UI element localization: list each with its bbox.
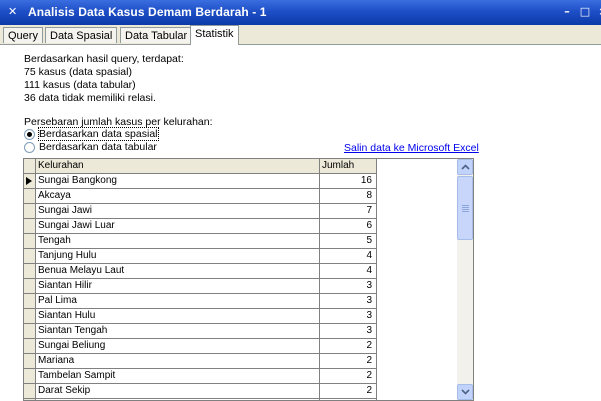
scroll-thumb[interactable] bbox=[457, 176, 473, 240]
window-title: Analisis Data Kasus Demam Berdarah - 1 bbox=[28, 5, 267, 19]
cell-jumlah[interactable]: 3 bbox=[320, 279, 377, 294]
radio-tabular-icon[interactable] bbox=[24, 141, 35, 153]
radio-spatial-icon[interactable] bbox=[24, 128, 35, 140]
cell-kelurahan[interactable]: Sungai Beliung bbox=[36, 339, 320, 354]
chevron-up-icon bbox=[461, 164, 470, 170]
radio-tabular-label: Berdasarkan data tabular bbox=[39, 141, 157, 153]
summary-tabular: 111 kasus (data tabular) bbox=[24, 79, 136, 91]
cell-kelurahan[interactable]: Benua Melayu Laut bbox=[36, 264, 320, 279]
data-grid[interactable]: Kelurahan Jumlah Sungai Bangkong 16 Akcaya… bbox=[23, 158, 474, 401]
cell-kelurahan[interactable]: Mariana bbox=[36, 354, 320, 369]
row-selector[interactable] bbox=[24, 339, 36, 354]
table-row[interactable]: Siantan Hulu 3 bbox=[24, 309, 378, 324]
table-row[interactable]: Tengah 5 bbox=[24, 234, 378, 249]
column-header-kelurahan[interactable]: Kelurahan bbox=[36, 159, 320, 174]
cell-jumlah[interactable]: 7 bbox=[320, 204, 377, 219]
row-selector[interactable] bbox=[24, 384, 36, 399]
title-bar[interactable]: ✕ Analisis Data Kasus Demam Berdarah - 1… bbox=[0, 0, 601, 25]
cell-jumlah[interactable]: 2 bbox=[320, 369, 377, 384]
scroll-down-button[interactable] bbox=[457, 384, 473, 400]
summary-unrelated: 36 data tidak memiliki relasi. bbox=[24, 92, 156, 104]
cell-kelurahan[interactable]: Sungai Jawi Luar bbox=[36, 219, 320, 234]
table-row[interactable]: Akcaya 8 bbox=[24, 189, 378, 204]
statistik-panel: Berdasarkan hasil query, terdapat: 75 ka… bbox=[0, 45, 601, 401]
row-selector[interactable] bbox=[24, 204, 36, 219]
row-selector[interactable] bbox=[24, 174, 36, 189]
cell-jumlah[interactable]: 16 bbox=[320, 174, 377, 189]
table-row[interactable]: Siantan Hilir 3 bbox=[24, 279, 378, 294]
cell-jumlah[interactable]: 3 bbox=[320, 309, 377, 324]
table-row[interactable]: Mariana 2 bbox=[24, 354, 378, 369]
row-selector[interactable] bbox=[24, 354, 36, 369]
row-selector[interactable] bbox=[24, 234, 36, 249]
row-selector[interactable] bbox=[24, 219, 36, 234]
current-row-arrow-icon bbox=[26, 177, 32, 185]
cell-jumlah[interactable]: 2 bbox=[320, 354, 377, 369]
chevron-down-icon bbox=[461, 389, 470, 395]
cell-jumlah[interactable]: 3 bbox=[320, 324, 377, 339]
summary-intro: Berdasarkan hasil query, terdapat: bbox=[24, 53, 184, 65]
table-row[interactable]: Sungai Bangkong 16 bbox=[24, 174, 378, 189]
radio-spatial-label: Berdasarkan data spasial bbox=[38, 127, 159, 141]
cell-kelurahan[interactable]: Siantan Tengah bbox=[36, 324, 320, 339]
cell-kelurahan[interactable]: Darat Sekip bbox=[36, 384, 320, 399]
grid-body: Kelurahan Jumlah Sungai Bangkong 16 Akcaya… bbox=[24, 159, 378, 400]
cell-kelurahan[interactable]: Tanjung Hulu bbox=[36, 249, 320, 264]
cell-jumlah[interactable]: 4 bbox=[320, 264, 377, 279]
copy-to-excel-link[interactable]: Salin data ke Microsoft Excel bbox=[344, 142, 479, 154]
cell-kelurahan[interactable]: Pal Lima bbox=[36, 294, 320, 309]
cell-kelurahan[interactable]: Sungai Jawi bbox=[36, 204, 320, 219]
cell-jumlah[interactable]: 2 bbox=[320, 339, 377, 354]
summary-spatial: 75 kasus (data spasial) bbox=[24, 66, 132, 78]
table-row[interactable]: Siantan Tengah 3 bbox=[24, 324, 378, 339]
table-row[interactable]: Sungai Jawi 7 bbox=[24, 204, 378, 219]
cell-kelurahan[interactable]: Siantan Hulu bbox=[36, 309, 320, 324]
row-selector[interactable] bbox=[24, 309, 36, 324]
row-selector[interactable] bbox=[24, 294, 36, 309]
row-selector[interactable] bbox=[24, 369, 36, 384]
scroll-up-button[interactable] bbox=[457, 159, 473, 175]
distribution-heading: Persebaran jumlah kasus per kelurahan: bbox=[24, 116, 213, 128]
column-header-jumlah[interactable]: Jumlah bbox=[320, 159, 377, 174]
maximize-icon[interactable]: □ bbox=[578, 5, 592, 19]
cell-kelurahan[interactable]: Tengah bbox=[36, 234, 320, 249]
table-row[interactable]: Tambelan Sampit 2 bbox=[24, 369, 378, 384]
tab-query[interactable]: Query bbox=[3, 27, 43, 43]
table-row[interactable]: Tanjung Hulu 4 bbox=[24, 249, 378, 264]
radio-tabular[interactable]: Berdasarkan data tabular bbox=[24, 141, 157, 154]
tab-strip: Query Data Spasial Data Tabular Statisti… bbox=[0, 25, 601, 45]
cell-jumlah[interactable]: 2 bbox=[320, 384, 377, 399]
tab-statistik[interactable]: Statistik bbox=[190, 25, 239, 45]
row-header-corner bbox=[24, 159, 36, 174]
row-selector[interactable] bbox=[24, 279, 36, 294]
cell-jumlah[interactable]: 6 bbox=[320, 219, 377, 234]
row-selector[interactable] bbox=[24, 249, 36, 264]
table-row[interactable]: Sungai Beliung 2 bbox=[24, 339, 378, 354]
grid-header-row: Kelurahan Jumlah bbox=[24, 159, 378, 174]
cell-kelurahan[interactable]: Sungai Bangkong bbox=[36, 174, 320, 189]
app-icon: ✕ bbox=[8, 5, 18, 18]
minimize-icon[interactable]: – bbox=[560, 5, 574, 19]
row-selector[interactable] bbox=[24, 324, 36, 339]
vertical-scrollbar[interactable] bbox=[457, 159, 473, 400]
cell-jumlah[interactable]: 4 bbox=[320, 249, 377, 264]
tab-data-spasial[interactable]: Data Spasial bbox=[45, 27, 118, 43]
cell-kelurahan[interactable]: Akcaya bbox=[36, 189, 320, 204]
cell-jumlah[interactable]: 8 bbox=[320, 189, 377, 204]
cell-jumlah[interactable]: 3 bbox=[320, 294, 377, 309]
cell-kelurahan[interactable]: Siantan Hilir bbox=[36, 279, 320, 294]
row-selector[interactable] bbox=[24, 189, 36, 204]
radio-spatial[interactable]: Berdasarkan data spasial bbox=[24, 127, 159, 141]
close-icon[interactable]: × bbox=[596, 5, 601, 19]
cell-jumlah[interactable]: 5 bbox=[320, 234, 377, 249]
tab-data-tabular[interactable]: Data Tabular bbox=[120, 27, 193, 43]
table-row[interactable]: Pal Lima 3 bbox=[24, 294, 378, 309]
row-selector[interactable] bbox=[24, 264, 36, 279]
table-row[interactable]: Sungai Jawi Luar 6 bbox=[24, 219, 378, 234]
cell-kelurahan[interactable]: Tambelan Sampit bbox=[36, 369, 320, 384]
table-row[interactable]: Darat Sekip 2 bbox=[24, 384, 378, 399]
table-row[interactable]: Benua Melayu Laut 4 bbox=[24, 264, 378, 279]
